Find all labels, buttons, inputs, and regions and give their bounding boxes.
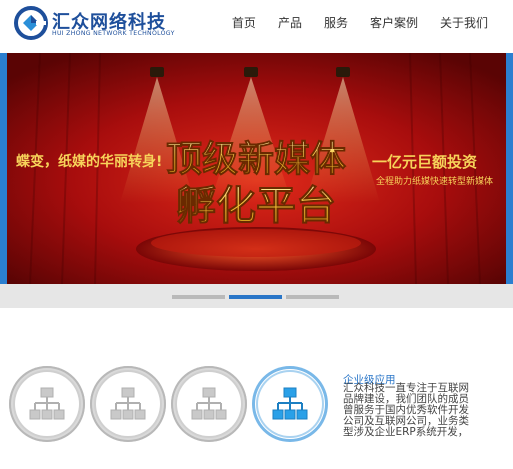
- banner-headline-1: 顶级新媒体: [166, 139, 346, 180]
- nav-about[interactable]: 关于我们: [429, 14, 499, 31]
- slider-dot-2[interactable]: [229, 295, 282, 299]
- feature-circle-1[interactable]: [9, 366, 85, 442]
- nav-cases[interactable]: 客户案例: [359, 14, 429, 31]
- banner-artwork: 蝶变，纸媒的华丽转身! 顶级新媒体 孵化平台 一亿元巨额投资 全程助力纸媒快速转…: [0, 53, 513, 284]
- network-icon: [29, 387, 65, 420]
- logo-subtitle: HUI ZHONG NETWORK TECHNOLOGY: [52, 30, 175, 37]
- network-icon: [272, 387, 308, 420]
- nav-products[interactable]: 产品: [267, 14, 313, 31]
- network-icon: [191, 387, 227, 420]
- nav-services[interactable]: 服务: [313, 14, 359, 31]
- feature-circle-3[interactable]: [171, 366, 247, 442]
- hero-banner[interactable]: 蝶变，纸媒的华丽转身! 顶级新媒体 孵化平台 一亿元巨额投资 全程助力纸媒快速转…: [0, 53, 513, 284]
- feature-circle-2[interactable]: [90, 366, 166, 442]
- slider-dots: [172, 295, 339, 299]
- banner-right-edge: [506, 53, 513, 284]
- banner-right-subtitle: 全程助力纸媒快速转型新媒体: [376, 175, 493, 187]
- feature-circle-4[interactable]: [252, 366, 328, 442]
- main-nav: 首页 产品 服务 客户案例 关于我们: [221, 14, 499, 31]
- site-header: 汇众网络科技 HUI ZHONG NETWORK TECHNOLOGY 首页 产…: [0, 0, 513, 48]
- slider-dot-1[interactable]: [172, 295, 225, 299]
- banner-right-title: 一亿元巨额投资: [372, 153, 477, 171]
- banner-left-edge: [0, 53, 7, 284]
- slider-dot-3[interactable]: [286, 295, 339, 299]
- feature-description: 汇众科技一直专注于互联网 品牌建设，我们团队的成员 曾服务于国内优秀软件开发 公…: [343, 383, 503, 438]
- feature-line: 型涉及企业ERP系统开发，: [343, 426, 469, 438]
- logo-mark-icon: [14, 6, 48, 40]
- network-icon: [110, 387, 146, 420]
- banner-left-slogan: 蝶变，纸媒的华丽转身!: [16, 153, 162, 170]
- nav-home[interactable]: 首页: [221, 14, 267, 31]
- logo[interactable]: 汇众网络科技 HUI ZHONG NETWORK TECHNOLOGY: [14, 6, 184, 42]
- banner-headline-2: 孵化平台: [176, 183, 336, 229]
